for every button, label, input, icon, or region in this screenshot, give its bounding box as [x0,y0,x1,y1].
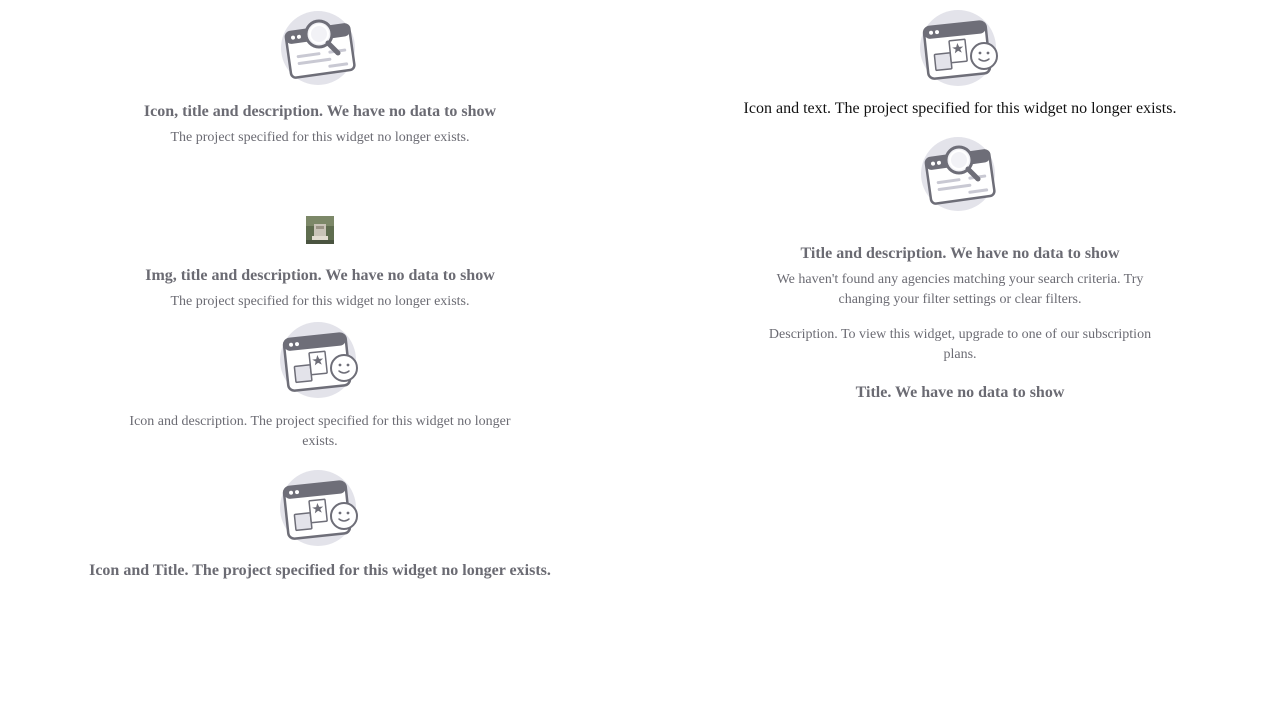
empty-state-title: Title and description. We have no data t… [800,245,1120,262]
empty-state-description: The project specified for this widget no… [170,294,470,309]
browser-window-smiley-illustration-icon [280,470,358,546]
empty-state-icon-title: Icon and Title. The project specified fo… [0,468,640,581]
empty-state-description: The project specified for this widget no… [170,130,470,145]
empty-state-icon-text: Icon and text. The project specified for… [640,8,1280,119]
empty-state-icon-title-description: Icon, title and description. We have no … [0,8,640,148]
search-browser-illustration-icon [921,137,996,211]
empty-state-title: Icon and Title. The project specified fo… [89,562,551,579]
right-column: Icon and text. The project specified for… [640,0,1280,720]
empty-state-description: We haven't found any agencies matching y… [776,272,1144,307]
empty-state-text: Icon and text. The project specified for… [743,100,1177,117]
empty-states-showcase: Icon, title and description. We have no … [0,0,1280,720]
empty-state-title: Title. We have no data to show [855,384,1065,401]
left-column: Icon, title and description. We have no … [0,0,640,720]
empty-state-description: Icon and description. The project specif… [129,414,511,449]
browser-window-smiley-illustration-icon [280,322,358,398]
empty-state-description: Description. To view this widget, upgrad… [768,327,1152,362]
empty-state-img-title-description: Img, title and description. We have no d… [0,216,640,312]
empty-state-title-description: Title and description. We have no data t… [640,134,1280,310]
empty-state-title: Icon, title and description. We have no … [143,103,497,120]
empty-state-description-only: Description. To view this widget, upgrad… [640,325,1280,365]
search-browser-illustration-icon [281,11,356,85]
empty-state-title: Img, title and description. We have no d… [145,267,495,284]
thumbnail-image [306,216,334,244]
empty-state-icon-description: Icon and description. The project specif… [0,320,640,452]
browser-window-smiley-illustration-icon [920,10,998,86]
empty-state-title-only: Title. We have no data to show [640,383,1280,403]
